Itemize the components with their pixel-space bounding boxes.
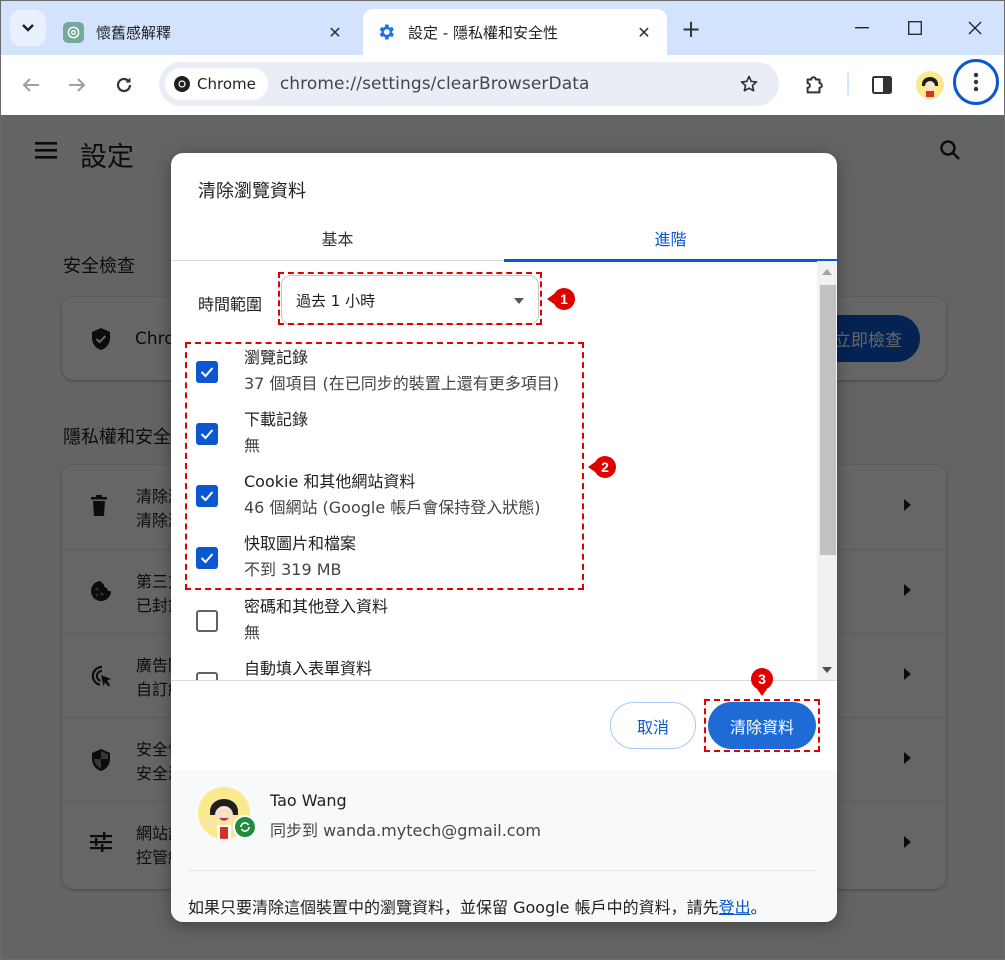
tab-search-button[interactable] bbox=[10, 10, 46, 46]
vertical-scrollbar[interactable] bbox=[817, 261, 837, 680]
maximize-button[interactable] bbox=[895, 11, 935, 45]
checkbox-autofill[interactable] bbox=[196, 672, 218, 680]
chevron-down-icon bbox=[22, 24, 34, 32]
minimize-button[interactable] bbox=[842, 11, 882, 45]
toolbar-divider bbox=[847, 73, 849, 95]
account-sync-email: 同步到 wanda.mytech@gmail.com bbox=[270, 821, 541, 840]
tab-settings[interactable]: 設定 - 隱私權和安全性 ✕ bbox=[363, 9, 667, 55]
site-chip[interactable]: Chrome bbox=[165, 68, 268, 100]
close-icon bbox=[968, 21, 982, 35]
gear-icon bbox=[375, 22, 396, 43]
annotation-marker-1: 1 bbox=[547, 288, 575, 310]
option-passwords[interactable]: 密碼和其他登入資料 無 bbox=[171, 594, 811, 656]
dialog-tabs: 基本 進階 bbox=[171, 215, 837, 262]
tab-title: 設定 - 隱私權和安全性 bbox=[408, 23, 558, 42]
scroll-down-arrow-icon[interactable] bbox=[822, 667, 832, 673]
footer-note-text: 如果只要清除這個裝置中的瀏覽資料，並保留 Google 帳戶中的資料，請先 bbox=[188, 898, 719, 917]
arrow-right-icon bbox=[69, 78, 86, 92]
sync-icon bbox=[233, 815, 257, 839]
new-tab-button[interactable]: + bbox=[677, 15, 705, 43]
reload-icon bbox=[116, 77, 132, 93]
chatgpt-icon bbox=[63, 21, 84, 43]
tab-title: 懷舊感解釋 bbox=[96, 23, 172, 42]
scroll-up-arrow-icon[interactable] bbox=[822, 269, 832, 275]
avatar bbox=[916, 71, 944, 99]
side-panel-icon bbox=[872, 76, 892, 94]
forward-button[interactable] bbox=[59, 67, 95, 103]
close-tab-icon[interactable]: ✕ bbox=[631, 19, 657, 45]
option-subtitle: 無 bbox=[244, 623, 261, 642]
option-title: 自動填入表單資料 bbox=[244, 659, 373, 678]
tab-advanced[interactable]: 進階 bbox=[504, 215, 837, 262]
chrome-menu-button[interactable] bbox=[953, 59, 999, 105]
site-chip-label: Chrome bbox=[197, 75, 256, 93]
close-window-button[interactable] bbox=[955, 11, 995, 45]
cancel-button[interactable]: 取消 bbox=[610, 702, 696, 749]
sign-out-link[interactable]: 登出 bbox=[719, 898, 751, 917]
bookmark-button[interactable] bbox=[731, 66, 767, 102]
profile-button[interactable] bbox=[912, 67, 948, 103]
chrome-logo-icon bbox=[174, 76, 190, 92]
checkbox-passwords[interactable] bbox=[196, 610, 218, 632]
annotation-marker-2: 2 bbox=[588, 456, 616, 478]
annotation-marker-3: 3 bbox=[751, 668, 773, 696]
extensions-button[interactable] bbox=[796, 67, 832, 103]
side-panel-button[interactable] bbox=[864, 67, 900, 103]
dialog-title: 清除瀏覽資料 bbox=[198, 181, 306, 202]
close-tab-icon[interactable]: ✕ bbox=[322, 19, 348, 45]
account-name: Tao Wang bbox=[270, 791, 347, 810]
browser-toolbar: Chrome chrome://settings/clearBrowserDat… bbox=[1, 55, 1004, 115]
time-range-label: 時間範圍 bbox=[198, 295, 263, 314]
footer-note-suffix: 。 bbox=[750, 898, 767, 917]
url-text[interactable]: chrome://settings/clearBrowserData bbox=[280, 74, 731, 94]
tab-basic[interactable]: 基本 bbox=[171, 215, 504, 261]
tab-nostalgia[interactable]: 懷舊感解釋 ✕ bbox=[53, 9, 358, 55]
back-button[interactable] bbox=[13, 67, 49, 103]
maximize-icon bbox=[908, 21, 922, 35]
browser-window: 懷舊感解釋 ✕ 設定 - 隱私權和安全性 ✕ + Chrome chrome:/… bbox=[0, 0, 1005, 960]
minimize-icon bbox=[855, 27, 869, 29]
annotation-box-clear-button bbox=[704, 699, 820, 752]
reload-button[interactable] bbox=[106, 67, 142, 103]
option-title: 密碼和其他登入資料 bbox=[244, 597, 389, 616]
annotation-box-time-range bbox=[278, 272, 542, 325]
scrollbar-thumb[interactable] bbox=[820, 285, 836, 555]
tab-strip: 懷舊感解釋 ✕ 設定 - 隱私權和安全性 ✕ + bbox=[1, 1, 1004, 55]
account-footer: Tao Wang 同步到 wanda.mytech@gmail.com 如果只要… bbox=[171, 770, 837, 922]
puzzle-icon bbox=[806, 76, 823, 94]
arrow-left-icon bbox=[22, 78, 39, 92]
star-icon bbox=[740, 75, 758, 92]
option-autofill[interactable]: 自動填入表單資料 bbox=[171, 656, 811, 680]
footer-note: 如果只要清除這個裝置中的瀏覽資料，並保留 Google 帳戶中的資料，請先登出。 bbox=[188, 894, 767, 918]
address-bar[interactable]: Chrome chrome://settings/clearBrowserDat… bbox=[159, 62, 779, 106]
annotation-box-options bbox=[185, 342, 584, 590]
more-vert-icon bbox=[973, 72, 979, 92]
footer-divider bbox=[188, 870, 817, 871]
